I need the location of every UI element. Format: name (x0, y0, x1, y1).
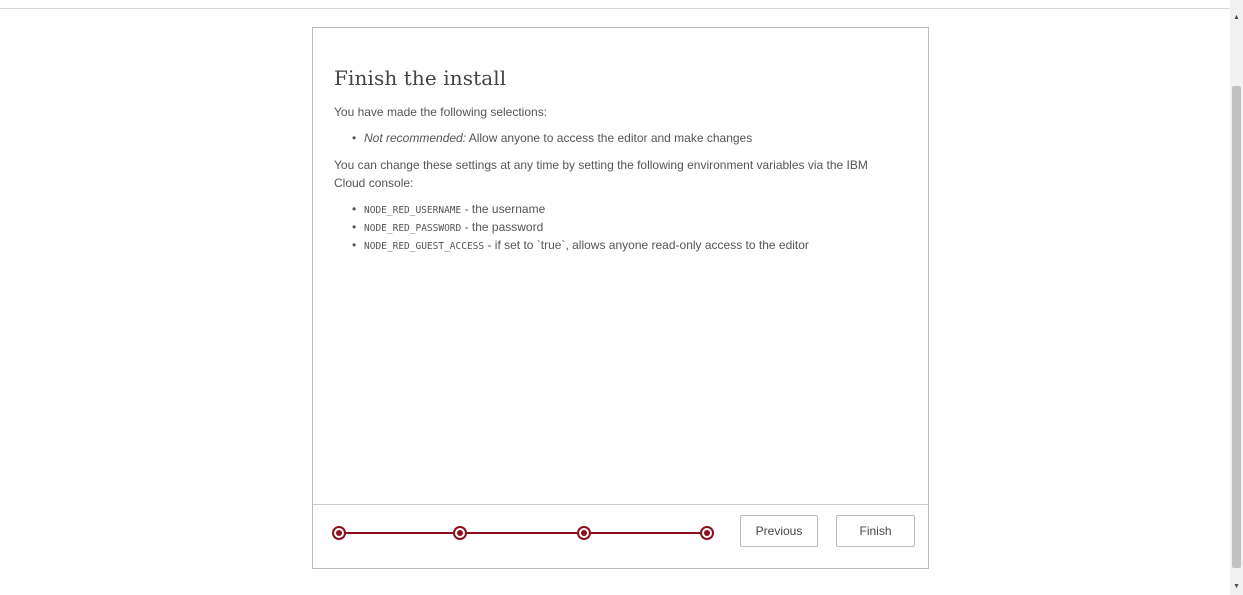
step-4-marker (700, 526, 714, 540)
scroll-down-arrow-icon[interactable]: ▼ (1230, 579, 1243, 593)
scroll-up-arrow-icon[interactable]: ▲ (1230, 10, 1243, 24)
progress-line (338, 532, 713, 534)
env-var-item: NODE_RED_PASSWORD - the password (352, 219, 902, 237)
env-var-name: NODE_RED_USERNAME (364, 205, 462, 216)
dialog-footer: Previous Finish (313, 504, 928, 568)
env-var-item: NODE_RED_GUEST_ACCESS - if set to `true`… (352, 237, 902, 255)
env-var-desc: - the password (461, 220, 544, 234)
step-dot (581, 530, 587, 536)
selection-item: Not recommended: Allow anyone to access … (352, 130, 902, 147)
scrollbar-thumb[interactable] (1232, 86, 1241, 568)
previous-button[interactable]: Previous (740, 515, 818, 547)
dialog-body: Finish the install You have made the fol… (334, 66, 902, 264)
selections-list: Not recommended: Allow anyone to access … (334, 130, 902, 147)
env-var-name: NODE_RED_GUEST_ACCESS (364, 241, 485, 252)
env-var-name: NODE_RED_PASSWORD (364, 223, 462, 234)
env-var-item: NODE_RED_USERNAME - the username (352, 201, 902, 219)
selection-text: Allow anyone to access the editor and ma… (466, 131, 753, 145)
env-var-desc: - the username (461, 202, 546, 216)
selection-emphasis: Not recommended: (364, 131, 467, 145)
intro-text: You have made the following selections: (334, 105, 548, 119)
step-dot (704, 530, 710, 536)
step-dot (457, 530, 463, 536)
page-scrollbar[interactable]: ▲ ▼ (1230, 0, 1243, 595)
page-title: Finish the install (334, 66, 507, 90)
step-2-marker (453, 526, 467, 540)
step-1-marker (332, 526, 346, 540)
top-divider (0, 8, 1230, 9)
setup-dialog: Finish the install You have made the fol… (312, 27, 929, 569)
step-3-marker (577, 526, 591, 540)
progress-steps (332, 526, 714, 542)
finish-button[interactable]: Finish (836, 515, 915, 547)
change-note-text: You can change these settings at any tim… (334, 158, 868, 190)
step-dot (336, 530, 342, 536)
env-var-desc: - if set to `true`, allows anyone read-o… (484, 238, 809, 252)
env-vars-list: NODE_RED_USERNAME - the username NODE_RE… (334, 201, 902, 255)
